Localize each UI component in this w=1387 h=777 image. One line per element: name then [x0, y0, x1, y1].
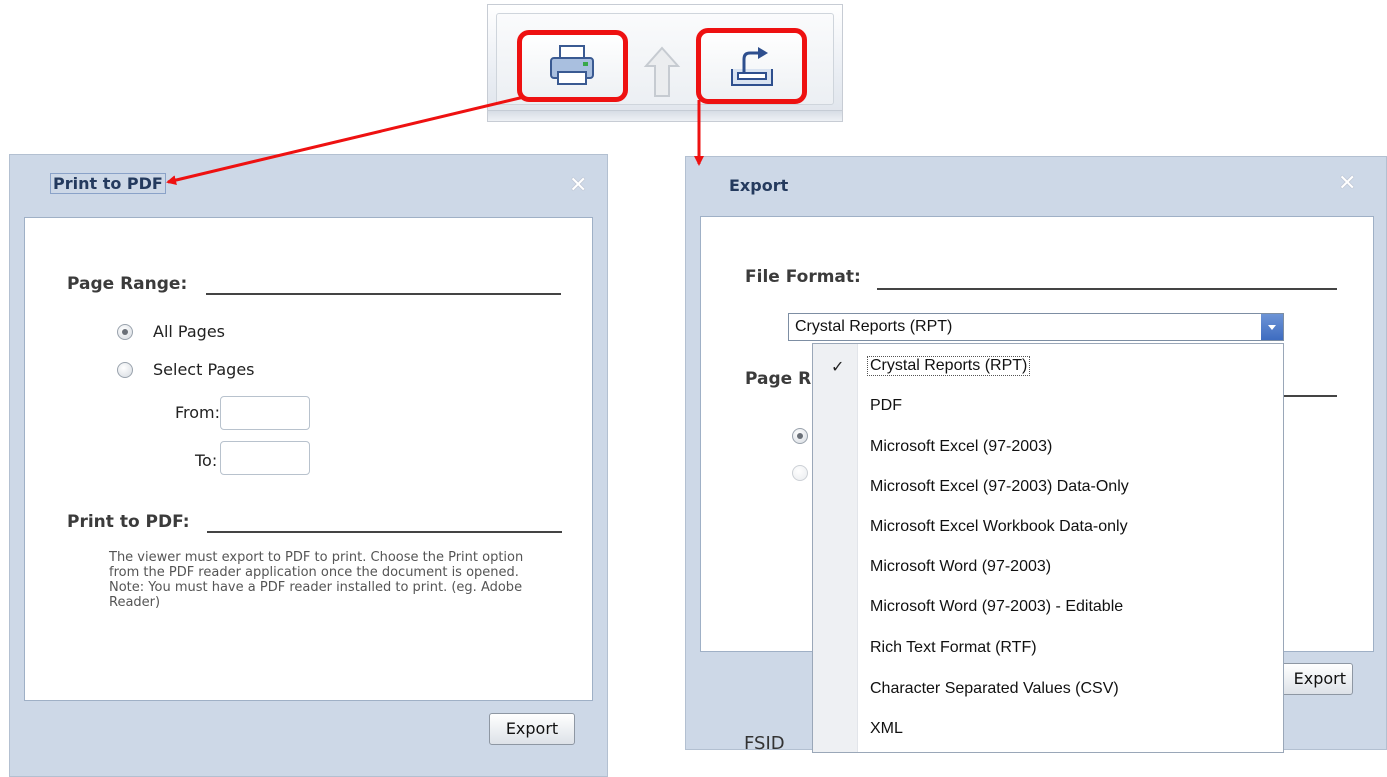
annotation-arrows [166, 95, 704, 186]
arrow-to-print-dialog [166, 95, 525, 186]
